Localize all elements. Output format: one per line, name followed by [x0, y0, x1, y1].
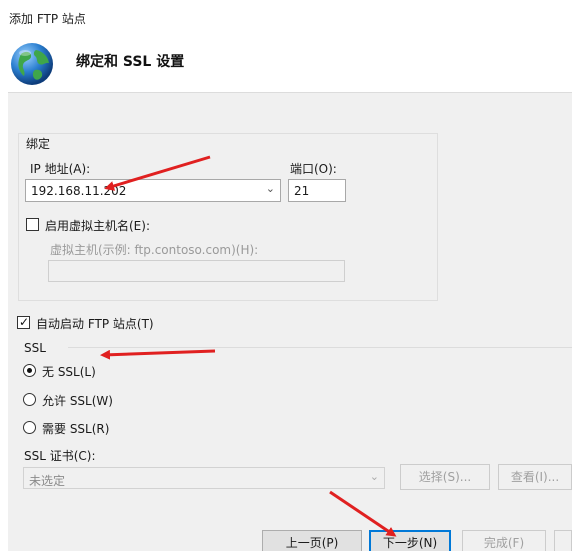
- chevron-down-icon[interactable]: ⌄: [370, 470, 379, 483]
- ip-address-value: 192.168.11.202: [31, 184, 127, 198]
- ssl-cert-label: SSL 证书(C):: [24, 449, 96, 463]
- prev-button[interactable]: 上一页(P): [262, 530, 362, 551]
- port-value: 21: [294, 184, 310, 198]
- title-bar: 添加 FTP 站点: [0, 0, 572, 30]
- add-ftp-site-dialog: 添加 FTP 站点 绑定和 SSL 设置 绑定 IP 地址(A): 192.16…: [0, 0, 572, 551]
- wizard-header: 绑定和 SSL 设置: [0, 30, 572, 92]
- globe-icon: [11, 43, 53, 85]
- no-ssl-label: 无 SSL(L): [42, 365, 96, 379]
- ip-address-label: IP 地址(A):: [30, 162, 91, 176]
- require-ssl-radio[interactable]: [23, 421, 36, 434]
- check-icon: ✓: [19, 315, 30, 329]
- binding-group-label: 绑定: [26, 137, 51, 151]
- ssl-cert-value: 未选定: [29, 474, 66, 488]
- page-title: 绑定和 SSL 设置: [76, 54, 185, 70]
- allow-ssl-radio[interactable]: [23, 393, 36, 406]
- port-label: 端口(O):: [290, 162, 337, 176]
- cancel-button-partial[interactable]: [554, 530, 572, 551]
- allow-ssl-label: 允许 SSL(W): [42, 394, 113, 408]
- auto-start-checkbox[interactable]: ✓: [17, 315, 30, 329]
- wizard-content: 绑定 IP 地址(A): 192.168.11.202 ⌄ 端口(O): 21 …: [8, 92, 572, 551]
- radio-selected-dot: [27, 368, 32, 373]
- ssl-section-label: SSL: [24, 341, 46, 355]
- virtual-host-checkbox[interactable]: [26, 218, 39, 231]
- finish-button[interactable]: 完成(F): [462, 530, 546, 551]
- view-cert-button[interactable]: 查看(I)...: [498, 464, 572, 490]
- port-input[interactable]: 21: [288, 179, 346, 202]
- next-button[interactable]: 下一步(N): [369, 530, 451, 551]
- require-ssl-label: 需要 SSL(R): [42, 422, 110, 436]
- no-ssl-radio[interactable]: [23, 364, 36, 377]
- ssl-divider: [68, 347, 572, 348]
- virtual-host-label: 虚拟主机(示例: ftp.contoso.com)(H):: [50, 243, 259, 257]
- auto-start-label: 自动启动 FTP 站点(T): [36, 317, 154, 331]
- virtual-host-input[interactable]: [48, 260, 345, 282]
- ssl-cert-combo[interactable]: 未选定 ⌄: [23, 467, 385, 489]
- select-cert-button[interactable]: 选择(S)...: [400, 464, 490, 490]
- window-title: 添加 FTP 站点: [9, 12, 86, 26]
- virtual-host-checkbox-label: 启用虚拟主机名(E):: [45, 219, 150, 233]
- ip-address-combo[interactable]: 192.168.11.202 ⌄: [25, 179, 281, 202]
- chevron-down-icon[interactable]: ⌄: [266, 182, 275, 195]
